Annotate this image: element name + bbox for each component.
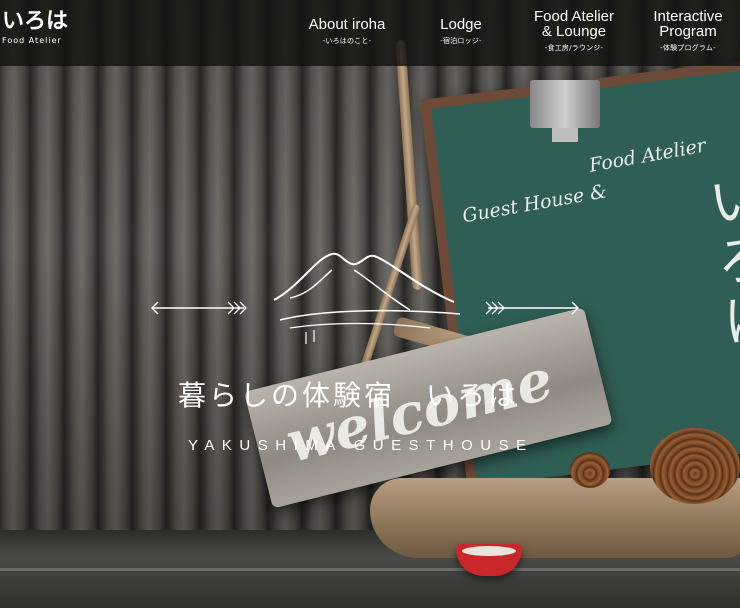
nav-item-sublabel: -体験プログラム-	[660, 44, 716, 52]
wall-lamp	[530, 80, 600, 142]
chalkboard-text-guesthouse: Guest House &	[460, 180, 609, 228]
logo-subtext: Food Atelier	[2, 36, 62, 45]
nav-item-label: About iroha	[308, 16, 386, 33]
logo-text: いろは	[2, 9, 69, 34]
pine-cone	[570, 452, 610, 488]
nav-item-label: Interactive Program	[653, 8, 723, 40]
nav-item-lodge[interactable]: Lodge -宿泊ロッジ-	[426, 17, 496, 46]
site-header: いろは Food Atelier About iroha -いろはのこと- Lo…	[0, 0, 740, 66]
hero-image: Guest House & Food Atelier いろは welcome	[0, 0, 740, 608]
nav-item-interactive-program[interactable]: Interactive Program -体験プログラム-	[640, 9, 736, 53]
nav-item-label: Food Atelier & Lounge	[533, 8, 615, 40]
nav-item-label: Lodge	[440, 16, 482, 33]
chalkboard-text-iroha: いろは	[696, 169, 740, 356]
pine-cone	[650, 428, 740, 504]
nav-item-food-atelier[interactable]: Food Atelier & Lounge -食工房/ラウンジ-	[524, 9, 624, 53]
chalkboard-text-food-atelier: Food Atelier	[587, 134, 708, 177]
nav-item-sublabel: -食工房/ラウンジ-	[544, 44, 604, 52]
site-logo[interactable]: いろは Food Atelier	[2, 9, 69, 46]
nav-item-sublabel: -いろはのこと-	[322, 37, 372, 45]
nav-item-sublabel: -宿泊ロッジ-	[440, 37, 482, 45]
nav-item-about[interactable]: About iroha -いろはのこと-	[300, 17, 394, 46]
